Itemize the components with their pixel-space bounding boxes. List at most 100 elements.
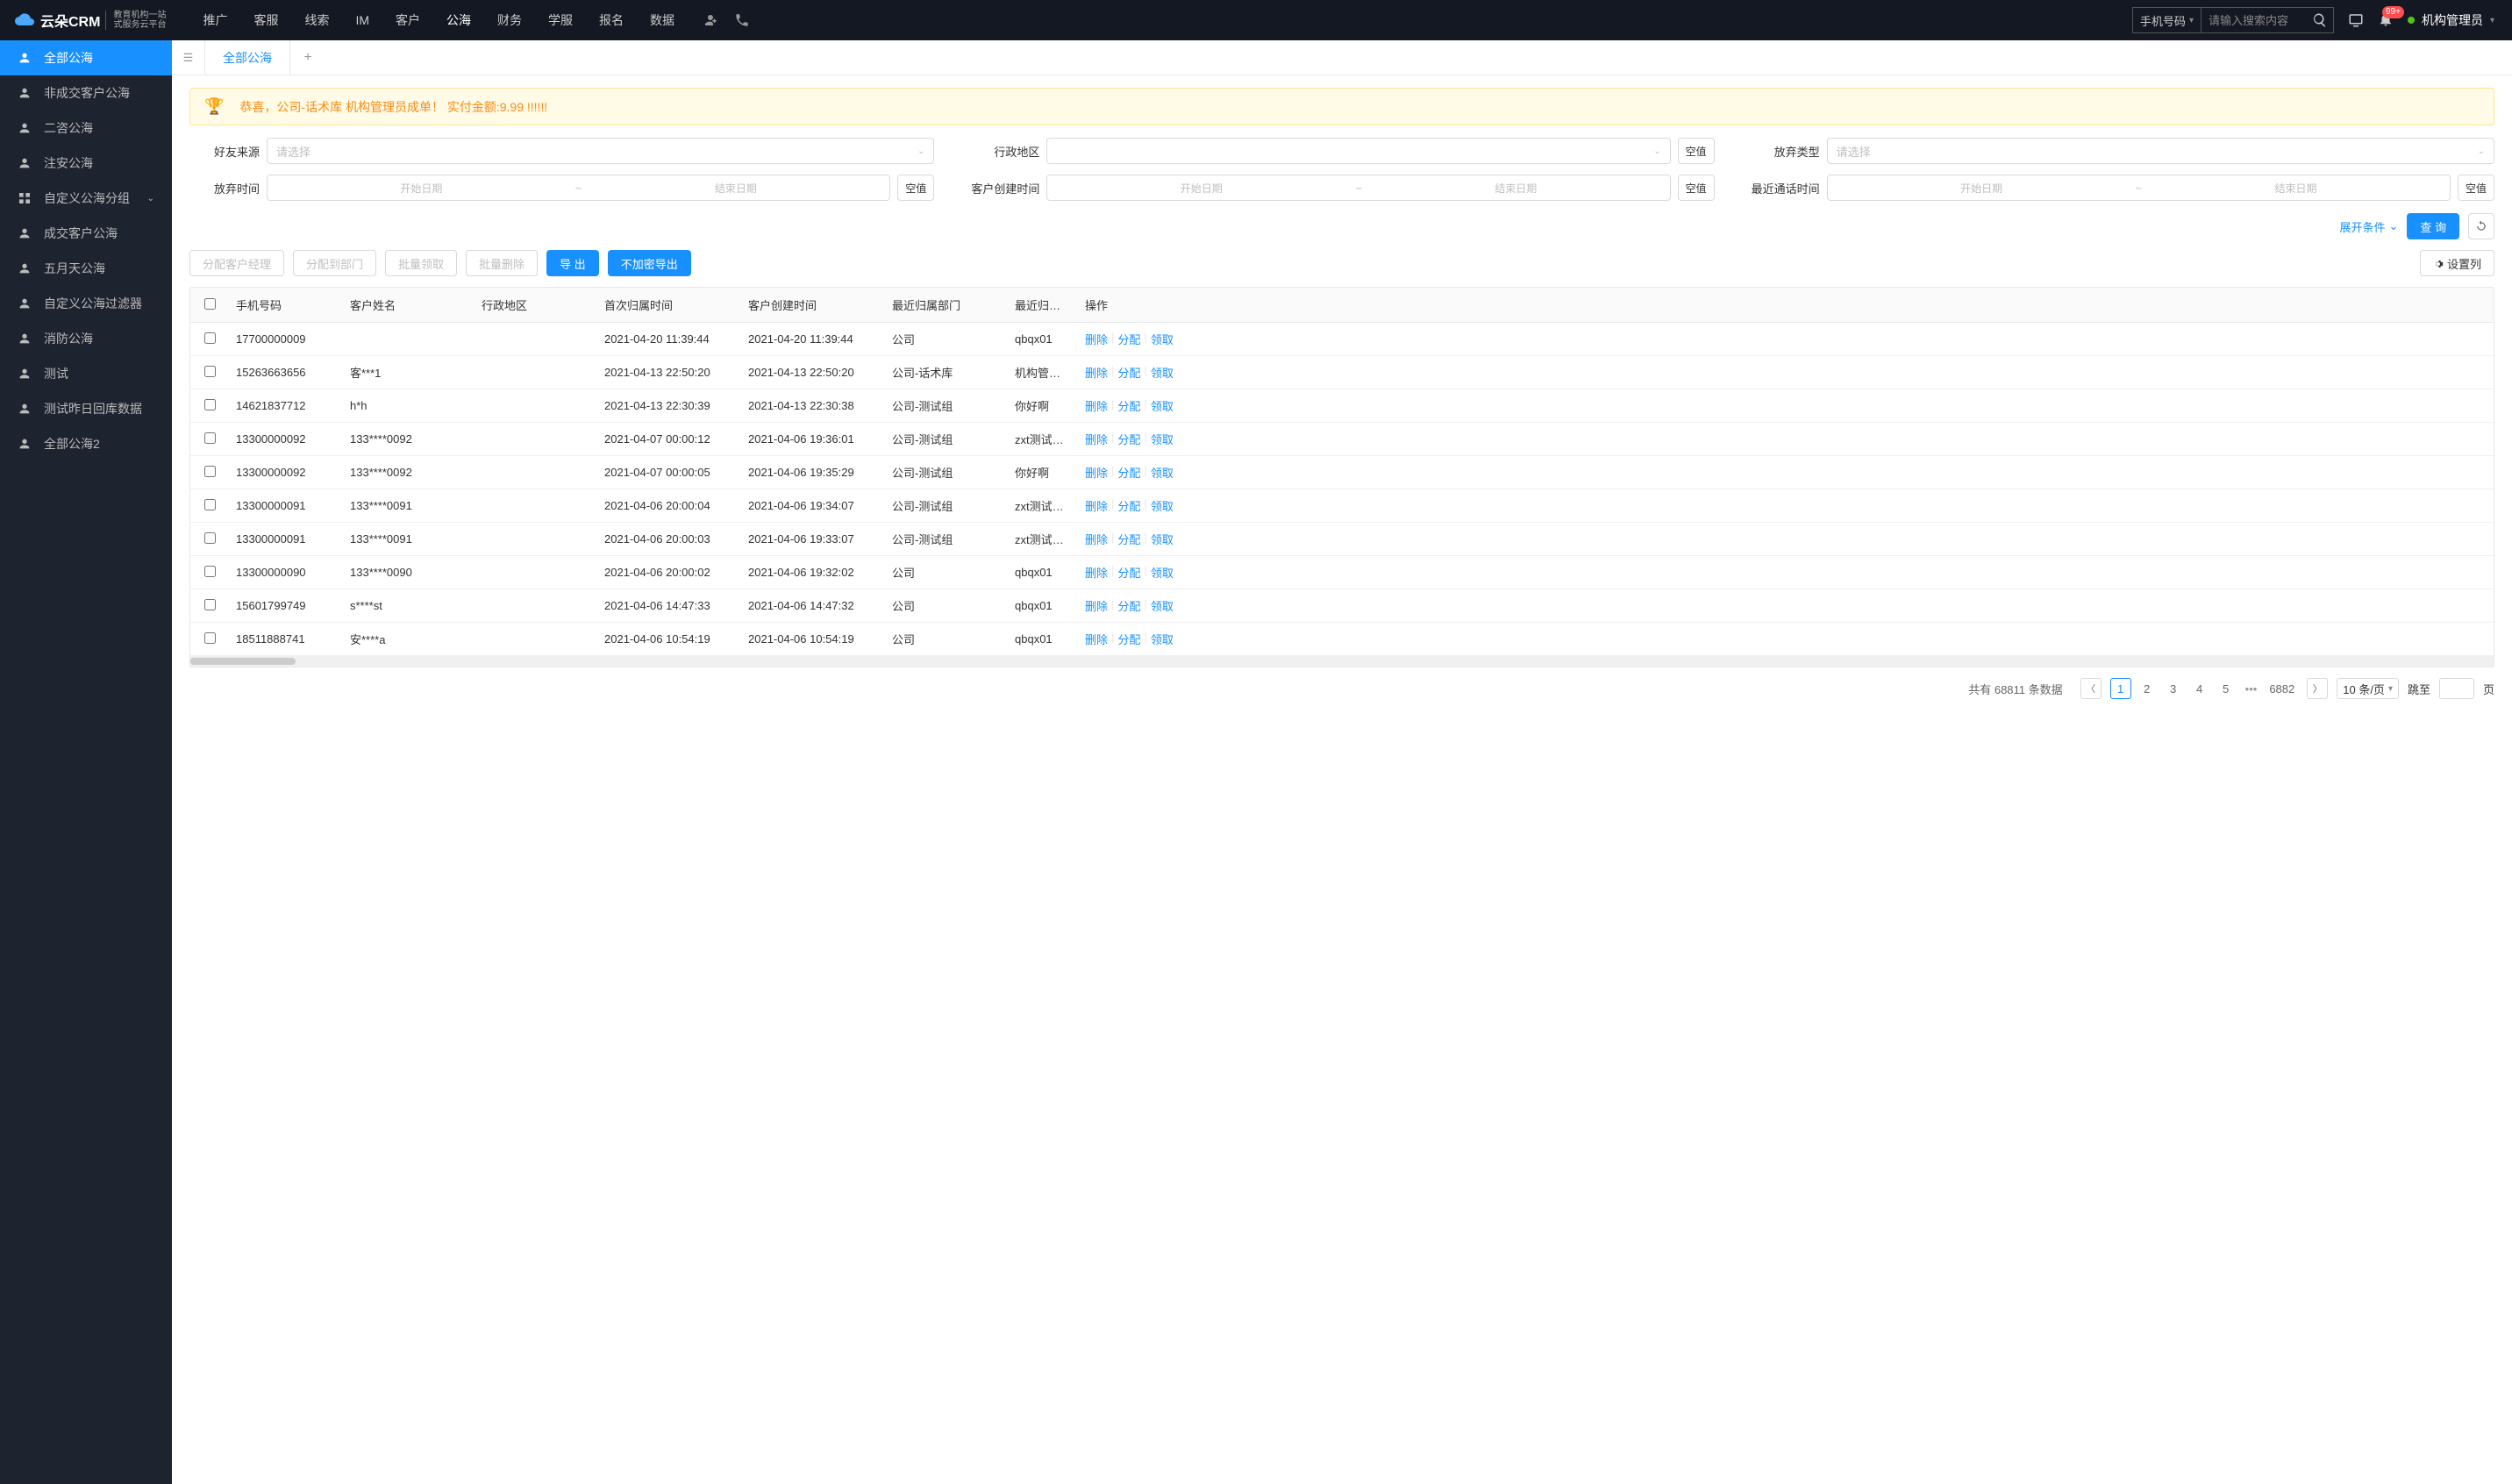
bulk-delete-button[interactable]: 批量删除 xyxy=(466,250,538,276)
customer-create-range[interactable]: 开始日期~结束日期 xyxy=(1046,175,1670,201)
row-delete[interactable]: 删除 xyxy=(1085,597,1108,614)
add-user-icon[interactable] xyxy=(703,12,718,28)
pager-jump-input[interactable] xyxy=(2439,678,2474,699)
user-menu[interactable]: 机构管理员 ▾ xyxy=(2408,11,2494,29)
sidebar-item[interactable]: 消防公海 xyxy=(0,321,172,356)
row-claim[interactable]: 领取 xyxy=(1151,464,1174,481)
row-checkbox[interactable] xyxy=(204,366,216,377)
search-type-select[interactable]: 手机号码 ▾ xyxy=(2133,8,2202,32)
abandon-time-empty-btn[interactable]: 空值 xyxy=(897,175,934,201)
row-checkbox[interactable] xyxy=(204,532,216,544)
sidebar-item[interactable]: 测试昨日回库数据 xyxy=(0,391,172,426)
row-delete[interactable]: 删除 xyxy=(1085,464,1108,481)
pager-page[interactable]: 3 xyxy=(2163,678,2184,699)
topnav-item[interactable]: IM xyxy=(343,0,382,40)
topnav-item[interactable]: 学服 xyxy=(536,0,585,40)
topnav-item[interactable]: 数据 xyxy=(638,0,687,40)
pager-page[interactable]: 5 xyxy=(2216,678,2237,699)
export-plain-button[interactable]: 不加密导出 xyxy=(608,250,691,276)
sidebar-item[interactable]: 全部公海 xyxy=(0,40,172,75)
row-claim[interactable]: 领取 xyxy=(1151,497,1174,514)
row-checkbox[interactable] xyxy=(204,566,216,577)
row-delete[interactable]: 删除 xyxy=(1085,364,1108,381)
row-assign[interactable]: 分配 xyxy=(1117,497,1140,514)
row-checkbox[interactable] xyxy=(204,432,216,444)
row-checkbox[interactable] xyxy=(204,399,216,410)
row-claim[interactable]: 领取 xyxy=(1151,331,1174,347)
topnav-item[interactable]: 线索 xyxy=(292,0,341,40)
row-delete[interactable]: 删除 xyxy=(1085,564,1108,581)
bulk-claim-button[interactable]: 批量领取 xyxy=(385,250,457,276)
row-claim[interactable]: 领取 xyxy=(1151,397,1174,414)
monitor-icon[interactable] xyxy=(2348,12,2364,28)
admin-region-empty-btn[interactable]: 空值 xyxy=(1678,138,1715,164)
row-assign[interactable]: 分配 xyxy=(1117,364,1140,381)
expand-filters[interactable]: 展开条件 ⌄ xyxy=(2339,218,2398,235)
topnav-item[interactable]: 公海 xyxy=(434,0,483,40)
pager-size-select[interactable]: 10 条/页▾ xyxy=(2337,678,2399,699)
row-checkbox[interactable] xyxy=(204,332,216,344)
row-delete[interactable]: 删除 xyxy=(1085,397,1108,414)
pager-next[interactable]: 〉 xyxy=(2307,678,2328,699)
topnav-item[interactable]: 财务 xyxy=(485,0,534,40)
friend-source-select[interactable]: 请选择⌄ xyxy=(267,138,934,164)
refresh-button[interactable] xyxy=(2468,213,2494,239)
row-claim[interactable]: 领取 xyxy=(1151,364,1174,381)
row-delete[interactable]: 删除 xyxy=(1085,531,1108,547)
row-delete[interactable]: 删除 xyxy=(1085,631,1108,647)
topnav-item[interactable]: 客服 xyxy=(241,0,290,40)
pager-last[interactable]: 6882 xyxy=(2266,678,2298,699)
row-claim[interactable]: 领取 xyxy=(1151,631,1174,647)
query-button[interactable]: 查 询 xyxy=(2407,213,2459,239)
topnav-item[interactable]: 客户 xyxy=(383,0,432,40)
row-claim[interactable]: 领取 xyxy=(1151,597,1174,614)
row-assign[interactable]: 分配 xyxy=(1117,397,1140,414)
select-all-checkbox[interactable] xyxy=(204,298,216,310)
pager-page[interactable]: 1 xyxy=(2110,678,2131,699)
row-assign[interactable]: 分配 xyxy=(1117,331,1140,347)
sidebar-item[interactable]: 二咨公海 xyxy=(0,111,172,146)
pager-page[interactable]: 4 xyxy=(2189,678,2210,699)
assign-dept-button[interactable]: 分配到部门 xyxy=(293,250,376,276)
row-assign[interactable]: 分配 xyxy=(1117,464,1140,481)
row-assign[interactable]: 分配 xyxy=(1117,631,1140,647)
abandon-type-select[interactable]: 请选择⌄ xyxy=(1827,138,2494,164)
sidebar-item[interactable]: 测试 xyxy=(0,356,172,391)
sidebar-item[interactable]: 自定义公海分组⌄ xyxy=(0,181,172,216)
admin-region-select[interactable]: ⌄ xyxy=(1046,138,1670,164)
search-input[interactable] xyxy=(2202,8,2307,32)
row-claim[interactable]: 领取 xyxy=(1151,431,1174,447)
row-checkbox[interactable] xyxy=(204,499,216,510)
set-columns-button[interactable]: 设置列 xyxy=(2420,250,2494,276)
row-delete[interactable]: 删除 xyxy=(1085,331,1108,347)
row-claim[interactable]: 领取 xyxy=(1151,564,1174,581)
tab-add[interactable]: + xyxy=(290,50,325,66)
row-checkbox[interactable] xyxy=(204,466,216,477)
row-claim[interactable]: 领取 xyxy=(1151,531,1174,547)
topnav-item[interactable]: 推广 xyxy=(190,0,239,40)
recent-call-empty-btn[interactable]: 空值 xyxy=(2458,175,2494,201)
sidebar-item[interactable]: 全部公海2 xyxy=(0,426,172,461)
pager-prev[interactable]: 〈 xyxy=(2080,678,2102,699)
customer-create-empty-btn[interactable]: 空值 xyxy=(1678,175,1715,201)
horizontal-scrollbar[interactable] xyxy=(190,656,2494,667)
sidebar-item[interactable]: 五月天公海 xyxy=(0,251,172,286)
row-assign[interactable]: 分配 xyxy=(1117,431,1140,447)
row-assign[interactable]: 分配 xyxy=(1117,597,1140,614)
recent-call-range[interactable]: 开始日期~结束日期 xyxy=(1827,175,2451,201)
sidebar-item[interactable]: 自定义公海过滤器 xyxy=(0,286,172,321)
sidebar-item[interactable]: 成交客户公海 xyxy=(0,216,172,251)
tabs-toggle[interactable]: ☰ xyxy=(172,40,205,75)
row-checkbox[interactable] xyxy=(204,599,216,610)
abandon-time-range[interactable]: 开始日期~结束日期 xyxy=(267,175,890,201)
row-assign[interactable]: 分配 xyxy=(1117,564,1140,581)
logo[interactable]: 云朵CRM 教育机构一站 式服务云平台 xyxy=(0,10,180,31)
row-assign[interactable]: 分配 xyxy=(1117,531,1140,547)
notifications[interactable]: 99+ xyxy=(2378,11,2394,30)
tab-all-public[interactable]: 全部公海 xyxy=(205,40,290,75)
sidebar-item[interactable]: 非成交客户公海 xyxy=(0,75,172,111)
row-delete[interactable]: 删除 xyxy=(1085,497,1108,514)
topnav-item[interactable]: 报名 xyxy=(587,0,636,40)
pager-page[interactable]: 2 xyxy=(2137,678,2158,699)
row-delete[interactable]: 删除 xyxy=(1085,431,1108,447)
